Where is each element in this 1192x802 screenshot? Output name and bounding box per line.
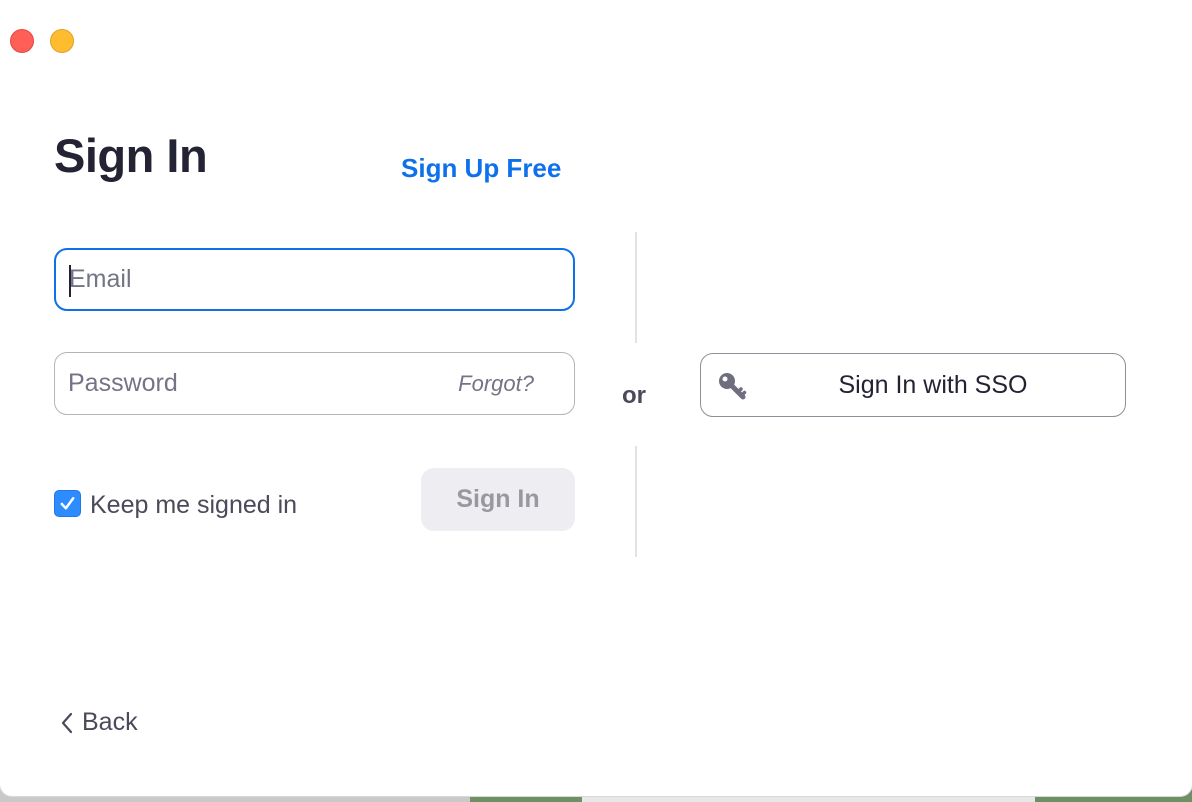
page-title: Sign In [54, 129, 208, 182]
back-label: Back [82, 708, 138, 736]
sign-up-free-link[interactable]: Sign Up Free [401, 153, 561, 184]
checkmark-icon [60, 496, 75, 509]
keep-signed-in-option[interactable]: Keep me signed in [54, 488, 298, 519]
divider-top [635, 232, 637, 343]
keep-signed-in-checkbox[interactable] [54, 489, 81, 517]
text-caret [69, 265, 71, 297]
email-field[interactable] [54, 248, 575, 311]
sign-in-button[interactable]: Sign In [421, 468, 575, 531]
sign-in-with-sso-button[interactable]: Sign In with SSO [700, 353, 1126, 417]
chevron-left-icon [61, 712, 73, 733]
sso-button-label: Sign In with SSO [838, 371, 1028, 399]
forgot-password-link[interactable]: Forgot? [458, 371, 534, 397]
minimize-window-button[interactable] [50, 29, 74, 53]
keep-signed-in-label: Keep me signed in [90, 490, 298, 519]
password-field[interactable]: Forgot? [54, 352, 575, 415]
signin-window: Sign In Sign Up Free Forgot? Keep me sig… [0, 0, 1192, 796]
close-window-button[interactable] [10, 29, 34, 53]
password-input[interactable] [68, 353, 428, 414]
divider-bottom [635, 446, 637, 557]
email-input[interactable] [69, 250, 429, 309]
back-button[interactable]: Back [60, 708, 138, 737]
or-separator-label: or [622, 382, 646, 409]
